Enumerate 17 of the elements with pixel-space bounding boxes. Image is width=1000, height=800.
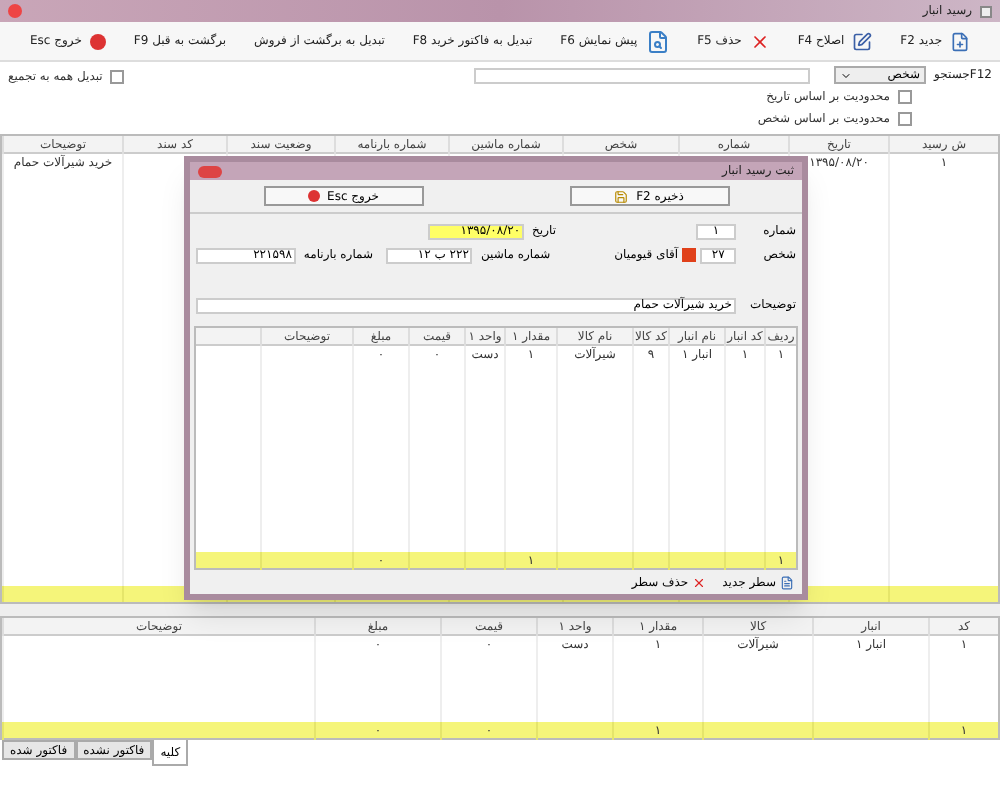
exit-icon	[89, 33, 106, 49]
window-icon	[8, 4, 22, 18]
exit-icon	[307, 190, 320, 202]
save-icon	[614, 189, 629, 203]
close-icon	[749, 31, 770, 51]
new-file-icon	[950, 31, 971, 51]
document-icon	[780, 575, 794, 589]
document-search-icon	[645, 29, 670, 53]
checkbox[interactable]	[898, 90, 912, 104]
checkbox[interactable]	[898, 112, 912, 126]
close-icon	[692, 575, 707, 589]
search-field[interactable]	[474, 67, 811, 83]
lookup-icon[interactable]	[682, 248, 697, 262]
app-icon	[980, 5, 992, 17]
checkbox[interactable]	[110, 70, 125, 84]
edit-icon	[852, 31, 873, 51]
close-icon[interactable]	[198, 165, 222, 177]
